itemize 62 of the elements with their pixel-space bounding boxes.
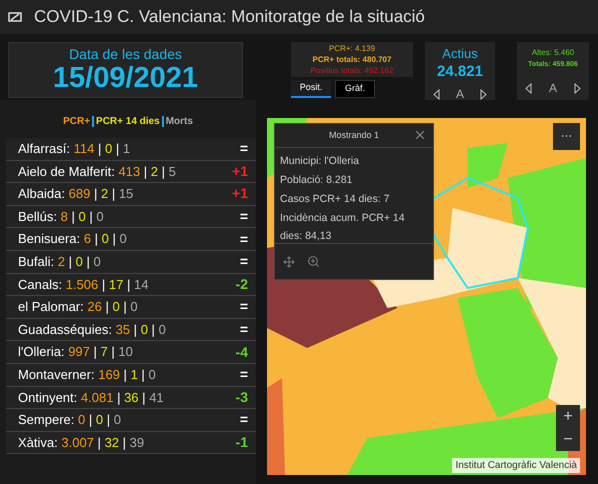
municipality-text: l'Olleria: 997 | 7 | 10 [18, 343, 133, 362]
trend-text: = [240, 320, 248, 340]
trend-text: -4 [236, 342, 248, 362]
municipality-text: Canals: 1.506 | 17 | 14 [18, 276, 148, 294]
trend-text: = [240, 252, 248, 272]
popup-text: Població: 8.281 [280, 173, 354, 188]
pcr-total-text: PCR+ totals: 480.707 [312, 54, 392, 65]
municipality-text: Benisuera: 6 | 0 | 0 [18, 230, 127, 248]
municipality-text: Alfarrasí: 114 | 0 | 1 [18, 140, 130, 158]
tab[interactable]: Gràf. [335, 80, 375, 98]
municipality-text: Bellús: 8 | 0 | 0 [18, 208, 104, 226]
discharge-text: Altes: 5.460 [532, 47, 574, 59]
zoom-out-button[interactable]: − [556, 428, 580, 451]
date-label: Data de les dades [69, 46, 182, 62]
legend-pcr: PCR+ [63, 114, 90, 128]
attribution-text: Institut Cartogràfic Valencià [452, 458, 580, 473]
active-label: Actius [442, 46, 478, 62]
popup-title: Mostrando 1 [328, 128, 380, 142]
next-icon[interactable] [480, 88, 487, 100]
tab[interactable]: Posit. [291, 80, 331, 98]
trend-text: = [240, 410, 248, 430]
window-title: COVID-19 C. Valenciana: Monitoratge de la situació [34, 6, 425, 28]
municipality-text: Xàtiva: 3.007 | 32 | 39 [18, 434, 144, 452]
legend-pcr-14: PCR+ 14 dies [96, 114, 160, 128]
zoom-icon[interactable] [307, 255, 320, 268]
pcr-text: PCR+: 4.139 [328, 43, 376, 54]
trend-text: = [240, 139, 248, 158]
popup-text: Casos PCR+ 14 dies: 7 [280, 192, 390, 207]
municipality-text: Sempere: 0 | 0 | 0 [18, 411, 121, 430]
positive-total-text: Positius totals: 492.162 [310, 65, 394, 76]
trend-text: = [240, 365, 248, 384]
pager-text: A [456, 86, 464, 102]
previous-icon[interactable] [525, 82, 532, 94]
close-icon[interactable] [413, 128, 427, 142]
previous-icon[interactable] [433, 88, 440, 100]
map[interactable]: Mostrando 1 Municipi: l'Olleria Població: 8.281 Casos PCR+ 14 dies: 7 Incidència acum. PCR+ 14 dies: 84,13 ··· + − Institut Cartogràfic Valencià [267, 118, 586, 475]
trend-text: +1 [232, 184, 248, 204]
municipality-text: el Palomar: 26 | 0 | 0 [18, 298, 138, 316]
next-icon[interactable] [574, 82, 581, 94]
municipality-text: Montaverner: 169 | 1 | 0 [18, 366, 156, 384]
more-button[interactable]: ··· [553, 123, 580, 150]
trend-text: = [240, 297, 248, 316]
trend-text: +1 [232, 162, 248, 181]
trend-text: = [240, 230, 248, 249]
trend-text: -3 [236, 388, 248, 407]
trend-text: -1 [236, 433, 248, 452]
municipality-text: Aielo de Malferit: 413 | 2 | 5 [18, 162, 176, 181]
trend-text: -2 [236, 274, 248, 294]
date-value: 15/09/2021 [52, 62, 198, 94]
active-value: 24.821 [437, 62, 483, 82]
move-icon[interactable] [283, 256, 295, 268]
popup-text: Incidència acum. PCR+ 14 dies: 84,13 [280, 211, 406, 244]
municipality-text: Albaida: 689 | 2 | 15 [18, 185, 134, 204]
municipality-text: Ontinyent: 4.081 | 36 | 41 [18, 388, 164, 407]
legend-deaths: Morts [166, 114, 193, 128]
popup-text: Municipi: l'Olleria [280, 154, 360, 169]
pager-text: A [548, 80, 557, 96]
municipality-text: Bufali: 2 | 0 | 0 [18, 253, 101, 272]
municipality-text: Guadasséquies: 35 | 0 | 0 [18, 320, 166, 339]
zoom-in-button[interactable]: + [556, 405, 580, 428]
app-logo-icon [8, 11, 22, 23]
trend-text: = [240, 207, 248, 226]
